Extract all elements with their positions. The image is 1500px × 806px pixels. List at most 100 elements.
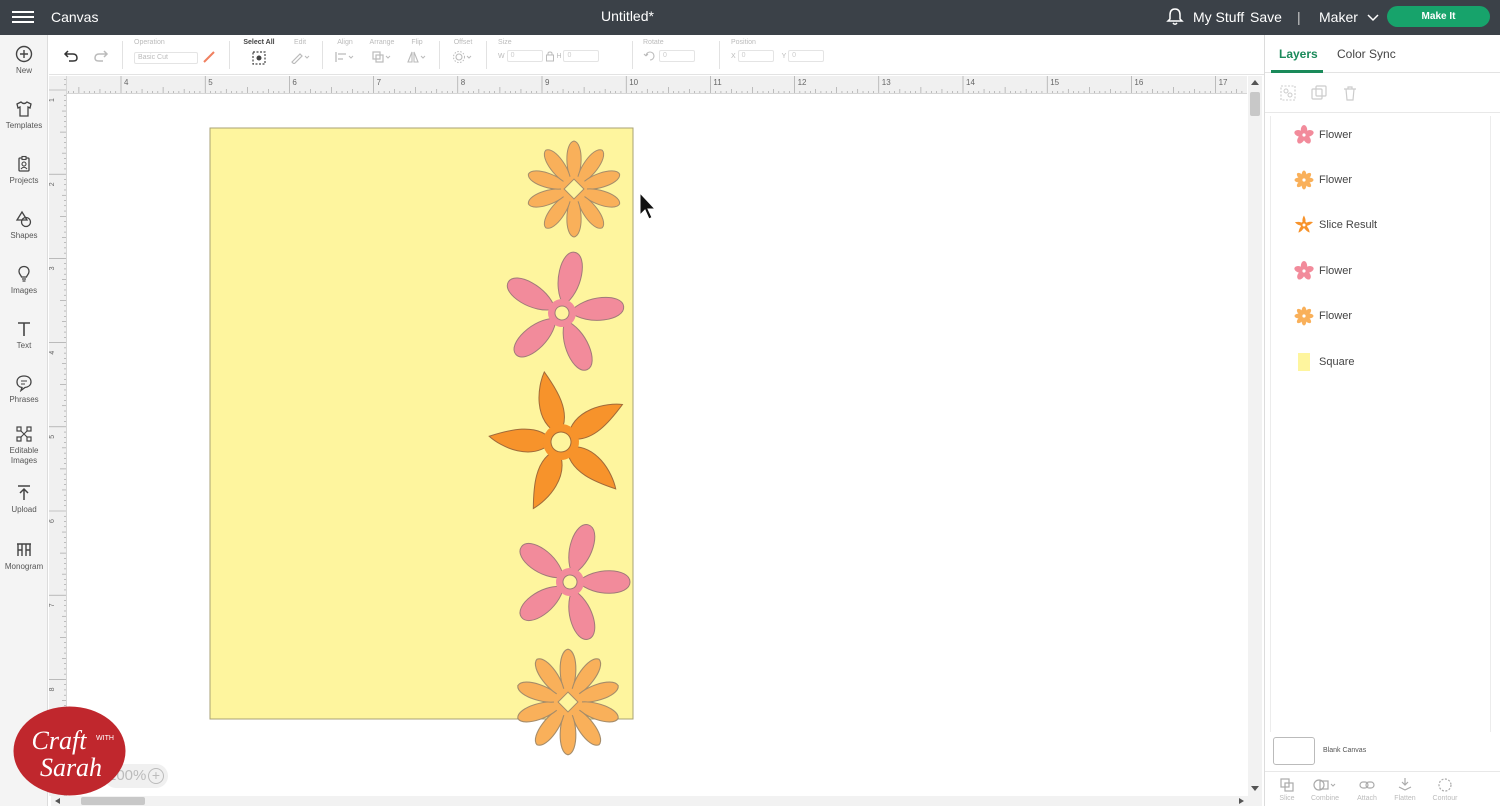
width-field[interactable]: 0	[506, 50, 543, 62]
scroll-left-arrow-icon[interactable]	[54, 798, 60, 804]
layer-item-flower[interactable]: Flower	[1271, 252, 1492, 292]
horizontal-scroll-thumb[interactable]	[81, 797, 145, 805]
layer-tools	[1265, 73, 1500, 113]
horizontal-scrollbar[interactable]	[51, 796, 1262, 806]
rotate-control[interactable]: Rotate 0	[643, 39, 695, 62]
flip-control[interactable]: Flip	[405, 39, 429, 64]
upload-icon	[18, 485, 30, 500]
rotate-field[interactable]: 0	[658, 50, 695, 62]
machine-label: Maker	[1319, 9, 1358, 25]
sidebar-item-monogram[interactable]: Monogram	[0, 541, 48, 572]
align-label: Align	[337, 39, 353, 46]
sidebar-item-projects[interactable]: Projects	[0, 155, 48, 186]
sidebar-item-label: Upload	[11, 505, 37, 514]
top-bar: Canvas Untitled* My Stuff Save | Maker M…	[0, 0, 1500, 35]
attach-button[interactable]: Attach	[1347, 777, 1387, 802]
layer-item-slice-result[interactable]: Slice Result	[1271, 206, 1492, 246]
edit-toolbar: Operation Basic Cut Select All Edit Alig…	[49, 35, 1264, 75]
lightbulb-icon	[18, 265, 30, 282]
ruler-left: 1 2 3 4 5 6 7 8	[49, 76, 67, 796]
operation-select[interactable]: Basic Cut	[134, 51, 198, 64]
shirt-icon	[16, 101, 32, 117]
make-it-button[interactable]: Make It	[1387, 6, 1490, 27]
arrange-icon	[372, 51, 391, 63]
scroll-right-arrow-icon[interactable]	[1239, 798, 1245, 804]
height-field[interactable]: 0	[563, 50, 600, 62]
tab-color-sync[interactable]: Color Sync	[1337, 47, 1396, 61]
sidebar-item-editable-images[interactable]: Editable Images	[0, 425, 48, 466]
vertical-scroll-thumb[interactable]	[1250, 92, 1260, 116]
group-icon[interactable]	[1279, 84, 1297, 102]
position-control[interactable]: Position X 0 Y 0	[731, 39, 825, 62]
size-control[interactable]: Size W 0 H 0	[498, 39, 600, 62]
flatten-icon	[1398, 778, 1412, 791]
sidebar-item-phrases[interactable]: Phrases	[0, 374, 48, 405]
machine-selector[interactable]: Maker	[1319, 9, 1379, 25]
sidebar-item-new[interactable]: New	[0, 45, 48, 76]
ruler-label: 8	[461, 78, 466, 87]
ruler-label: 7	[377, 78, 382, 87]
document-title[interactable]: Untitled*	[0, 8, 1255, 24]
scroll-up-arrow-icon[interactable]	[1251, 79, 1259, 85]
contour-icon	[1438, 778, 1452, 792]
align-control[interactable]: Align	[332, 39, 358, 64]
layer-item-flower[interactable]: Flower	[1271, 297, 1492, 337]
my-stuff-link[interactable]: My Stuff	[1193, 9, 1244, 25]
sidebar-item-images[interactable]: Images	[0, 265, 48, 296]
undo-icon[interactable]	[63, 49, 79, 63]
layer-item-square[interactable]: Square	[1271, 343, 1492, 383]
ruler-left-ticks: 1 2 3 4 5 6 7 8	[49, 79, 66, 796]
sidebar-item-upload[interactable]: Upload	[0, 484, 48, 515]
bell-icon[interactable]	[1166, 7, 1184, 27]
sidebar-item-text[interactable]: Text	[0, 320, 48, 351]
flatten-button[interactable]: Flatten	[1385, 777, 1425, 802]
blank-canvas-swatch[interactable]	[1273, 737, 1315, 765]
sidebar-item-templates[interactable]: Templates	[0, 100, 48, 131]
sidebar-item-shapes[interactable]: Shapes	[0, 210, 48, 241]
ruler-label: 9	[545, 78, 550, 87]
ruler-label: 13	[882, 78, 891, 87]
toolbar-separator	[322, 41, 323, 69]
layer-item-flower[interactable]: Flower	[1271, 116, 1492, 156]
save-button[interactable]: Save	[1250, 9, 1282, 25]
contour-button[interactable]: Contour	[1425, 777, 1465, 802]
layer-item-flower[interactable]: Flower	[1271, 161, 1492, 201]
slice-icon	[1280, 778, 1294, 792]
ruler-label: 17	[1219, 78, 1228, 87]
y-field[interactable]: 0	[788, 50, 825, 62]
logo-craft: Craft	[32, 726, 88, 755]
sidebar-item-label: Images	[10, 286, 38, 295]
vertical-scrollbar[interactable]	[1248, 76, 1262, 796]
pen-color-icon[interactable]	[202, 50, 216, 64]
scroll-down-arrow-icon[interactable]	[1251, 786, 1259, 792]
duplicate-icon[interactable]	[1310, 84, 1328, 102]
redo-icon[interactable]	[93, 49, 109, 63]
zoom-in-icon[interactable]: +	[148, 768, 164, 784]
width-label: W	[498, 52, 505, 60]
select-all-control[interactable]: Select All	[241, 39, 277, 66]
delete-icon[interactable]	[1341, 84, 1359, 102]
flower-layer-icon	[1294, 261, 1314, 280]
arrange-control[interactable]: Arrange	[365, 39, 399, 64]
arrange-label: Arrange	[369, 39, 395, 46]
ruler-label: 7	[49, 603, 56, 607]
slice-button[interactable]: Slice	[1267, 777, 1307, 802]
offset-control[interactable]: Offset	[449, 39, 477, 64]
sidebar-item-label: Shapes	[10, 231, 38, 240]
combine-button[interactable]: Combine	[1305, 777, 1345, 802]
panel-tabs: Layers Color Sync	[1265, 35, 1500, 73]
ruler-label: 12	[798, 78, 807, 87]
x-field[interactable]: 0	[737, 50, 774, 62]
ruler-label: 4	[124, 78, 129, 87]
tab-layers[interactable]: Layers	[1279, 47, 1318, 61]
craft-with-sarah-logo: Craft WITH Sarah	[13, 706, 126, 796]
position-label: Position	[731, 39, 756, 46]
ruler-label: 6	[292, 78, 297, 87]
edit-control[interactable]: Edit	[287, 39, 313, 64]
operation-control[interactable]: Operation Basic Cut	[134, 39, 216, 64]
lock-icon[interactable]	[545, 50, 555, 62]
design-canvas[interactable]	[68, 94, 1247, 796]
blank-canvas-label: Blank Canvas	[1323, 747, 1367, 754]
toolbar-separator	[486, 41, 487, 69]
topbar-divider: |	[1297, 9, 1301, 25]
